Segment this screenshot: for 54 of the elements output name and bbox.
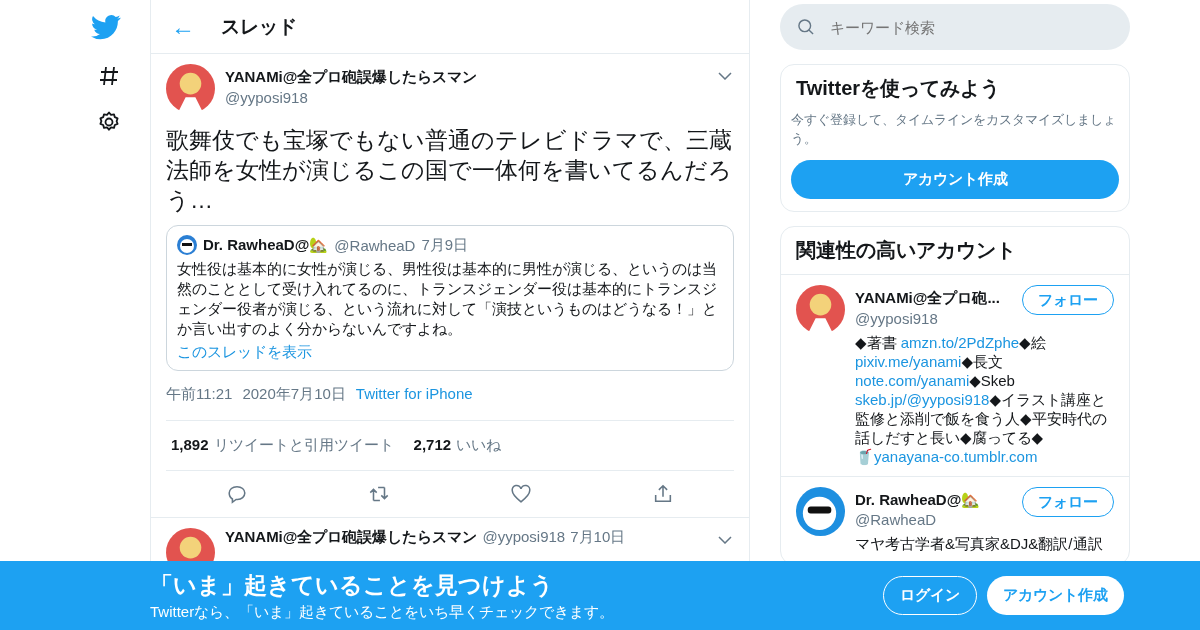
tweet-date: 2020年7月10日 xyxy=(242,385,346,404)
quoted-author-handle: @RawheaD xyxy=(334,236,416,254)
quoted-date: 7月9日 xyxy=(421,235,469,255)
avatar-icon[interactable] xyxy=(796,487,845,536)
bird-logo-icon[interactable] xyxy=(91,12,121,42)
chevron-icon[interactable] xyxy=(718,536,732,544)
tweet-text: 歌舞伎でも宝塚でもない普通のテレビドラマで、三蔵法師を女性が演じるこの国で一体何を書いてるんだろう… xyxy=(166,126,733,215)
reply-author-handle[interactable]: @yyposi918 xyxy=(482,528,566,546)
account-bio: ◆著書 amzn.to/2PdZphe◆絵 pixiv.me/yanami◆長文 note.com/yanami◆Skeb skeb.jp/@yyposi918◆イラスト講座と監修と添削で飯を食う人◆平安時代の話しだすと長い◆腐ってる◆ 🥤yanayana-co.tumblr.com xyxy=(855,333,1108,466)
reply-icon[interactable] xyxy=(226,483,248,505)
reply-author-name[interactable]: YANAMi@全プロ砲誤爆したらスマン xyxy=(225,528,478,546)
reply-date: 7月10日 xyxy=(570,528,626,546)
stat-count[interactable]: 2,712 xyxy=(413,436,452,455)
show-thread-link[interactable]: このスレッドを表示 xyxy=(177,343,312,360)
stat-count[interactable]: 1,892 xyxy=(171,436,209,455)
avatar-icon xyxy=(177,235,197,255)
account-bio: マヤ考古学者&写真家&DJ&翻訳/通訳 xyxy=(855,534,1104,553)
tweet-time: 午前11:21 xyxy=(166,385,233,404)
author-name[interactable]: YANAMi@全プロ砲誤爆したらスマン xyxy=(225,68,708,87)
quoted-text: 女性役は基本的に女性が演じる、男性役は基本的に男性が演じる、というのは当然のこととして受け入れてるのに、トランスジェンダー役は基本的にトランスジェンダー役者が演じる、という流れに対して「演技というものはどうなる！」とか言い出すのよく分からないんですよね。 xyxy=(177,259,718,339)
source-link[interactable]: Twitter for iPhone xyxy=(355,385,473,404)
account-handle[interactable]: @RawheaD xyxy=(855,511,1014,528)
card-title: Twitterを使ってみよう xyxy=(795,76,1002,101)
page-title: スレッド xyxy=(221,14,297,39)
heart-icon[interactable] xyxy=(510,483,532,505)
back-button[interactable]: ← xyxy=(167,12,199,41)
signup-button[interactable]: アカウント作成 xyxy=(987,576,1124,615)
account-name[interactable]: Dr. RawheaD@🏡 xyxy=(855,491,1014,509)
account-name[interactable]: YANAMi@全プロ砲... xyxy=(855,289,1014,308)
card-title: 関連性の高いアカウント xyxy=(781,227,1129,275)
author-handle[interactable]: @yyposi918 xyxy=(225,89,708,106)
search-field[interactable]: キーワード検索 xyxy=(780,4,1130,50)
account-handle[interactable]: @yyposi918 xyxy=(855,310,1014,327)
quoted-author-name: Dr. RawheaD@🏡 xyxy=(203,236,329,254)
banner-subtitle: Twitterなら、「いま」起きていることをいち早くチェックできます。 xyxy=(150,602,616,622)
hashtag-icon[interactable] xyxy=(97,64,121,88)
follow-button[interactable]: フォロー xyxy=(1022,285,1114,315)
avatar-icon xyxy=(166,64,215,113)
stat-label[interactable]: いいね xyxy=(456,436,502,455)
share-icon[interactable] xyxy=(652,483,674,505)
quoted-tweet[interactable]: Dr. RawheaD@🏡 @RawheaD 7月9日 女性役は基本的に女性が演じる、男性役は基本的に男性が演じる、というのは当然のこととして受け入れてるのに、トランスジェンダー役は基本的にトランスジェンダー役者が演じる、という流れに対して「演技というものはどうなる！」とか言い出すのよく分からないんですよね。 このスレッドを表示 xyxy=(166,225,734,371)
stat-label[interactable]: リツイートと引用ツイート xyxy=(213,436,394,455)
card-text: 今すぐ登録して、タイムラインをカスタマイズしましょう。 xyxy=(791,111,1117,148)
bio-link[interactable]: note.com/yanami xyxy=(855,372,970,389)
login-button[interactable]: ログイン xyxy=(883,576,977,615)
bio-link[interactable]: amzn.to/2PdZphe xyxy=(900,334,1020,351)
signup-button[interactable]: アカウント作成 xyxy=(791,160,1119,199)
bio-link[interactable]: 🥤yanayana-co.tumblr.com xyxy=(855,448,1038,465)
banner-title: 「いま」起きていることを見つけよう xyxy=(150,570,555,600)
bio-link[interactable]: pixiv.me/yanami xyxy=(855,353,962,370)
follow-button[interactable]: フォロー xyxy=(1022,487,1114,517)
chevron-icon[interactable] xyxy=(718,72,732,80)
search-icon xyxy=(796,17,816,37)
bio-link[interactable]: skeb.jp/@yyposi918 xyxy=(855,391,990,408)
